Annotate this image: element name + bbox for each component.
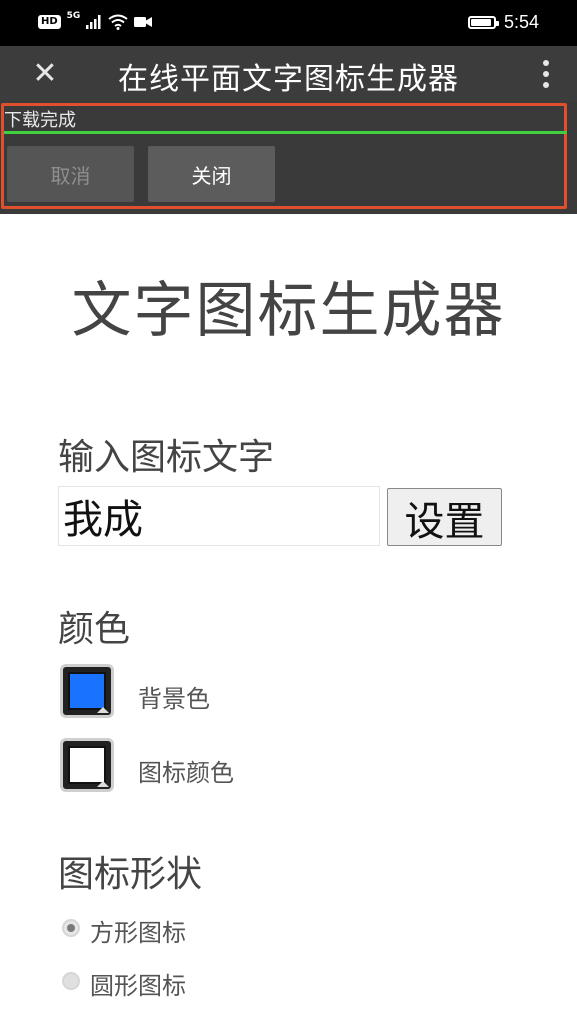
download-status: 下载完成 [4,110,76,131]
round-shape-radio[interactable] [62,972,80,990]
swatch-corner-icon [97,781,109,787]
input-label: 输入图标文字 [58,437,275,478]
video-icon [134,17,153,27]
icon-color-swatch[interactable] [60,738,114,792]
download-progress-bar [4,131,567,134]
status-right: 5:54 [467,12,539,33]
swatch-corner-icon [97,707,109,713]
network-label: 5G [66,11,81,21]
square-shape-label[interactable]: 方形图标 [90,913,186,948]
battery-fill [470,19,491,26]
background-color-fill [68,672,106,710]
more-options-icon[interactable] [541,60,551,90]
set-button[interactable]: 设置 [387,488,502,546]
download-panel: 下载完成 取消 关闭 [0,102,577,214]
status-left: HD 5G [38,11,153,30]
signal-icon [86,15,101,29]
app-toolbar: ✕ 在线平面文字图标生成器 [0,46,577,102]
square-shape-radio[interactable] [62,919,80,937]
icon-text-input[interactable] [58,486,380,546]
icon-color-fill [68,746,106,784]
clock: 5:54 [503,12,539,32]
shape-section-label: 图标形状 [58,854,203,895]
icon-color-label: 图标颜色 [138,759,234,787]
color-section-label: 颜色 [58,609,131,650]
page-title: 在线平面文字图标生成器 [118,62,459,97]
page-heading: 文字图标生成器 [71,276,506,346]
hd-icon: HD [38,15,61,29]
status-bar: HD 5G 5:54 [0,0,577,46]
battery-icon [467,16,499,29]
close-button[interactable]: 关闭 [148,146,275,202]
background-color-swatch[interactable] [60,664,114,718]
round-shape-label[interactable]: 圆形图标 [90,966,186,1001]
wifi-icon [108,14,128,30]
background-color-label: 背景色 [138,685,210,713]
cancel-button[interactable]: 取消 [7,146,134,202]
